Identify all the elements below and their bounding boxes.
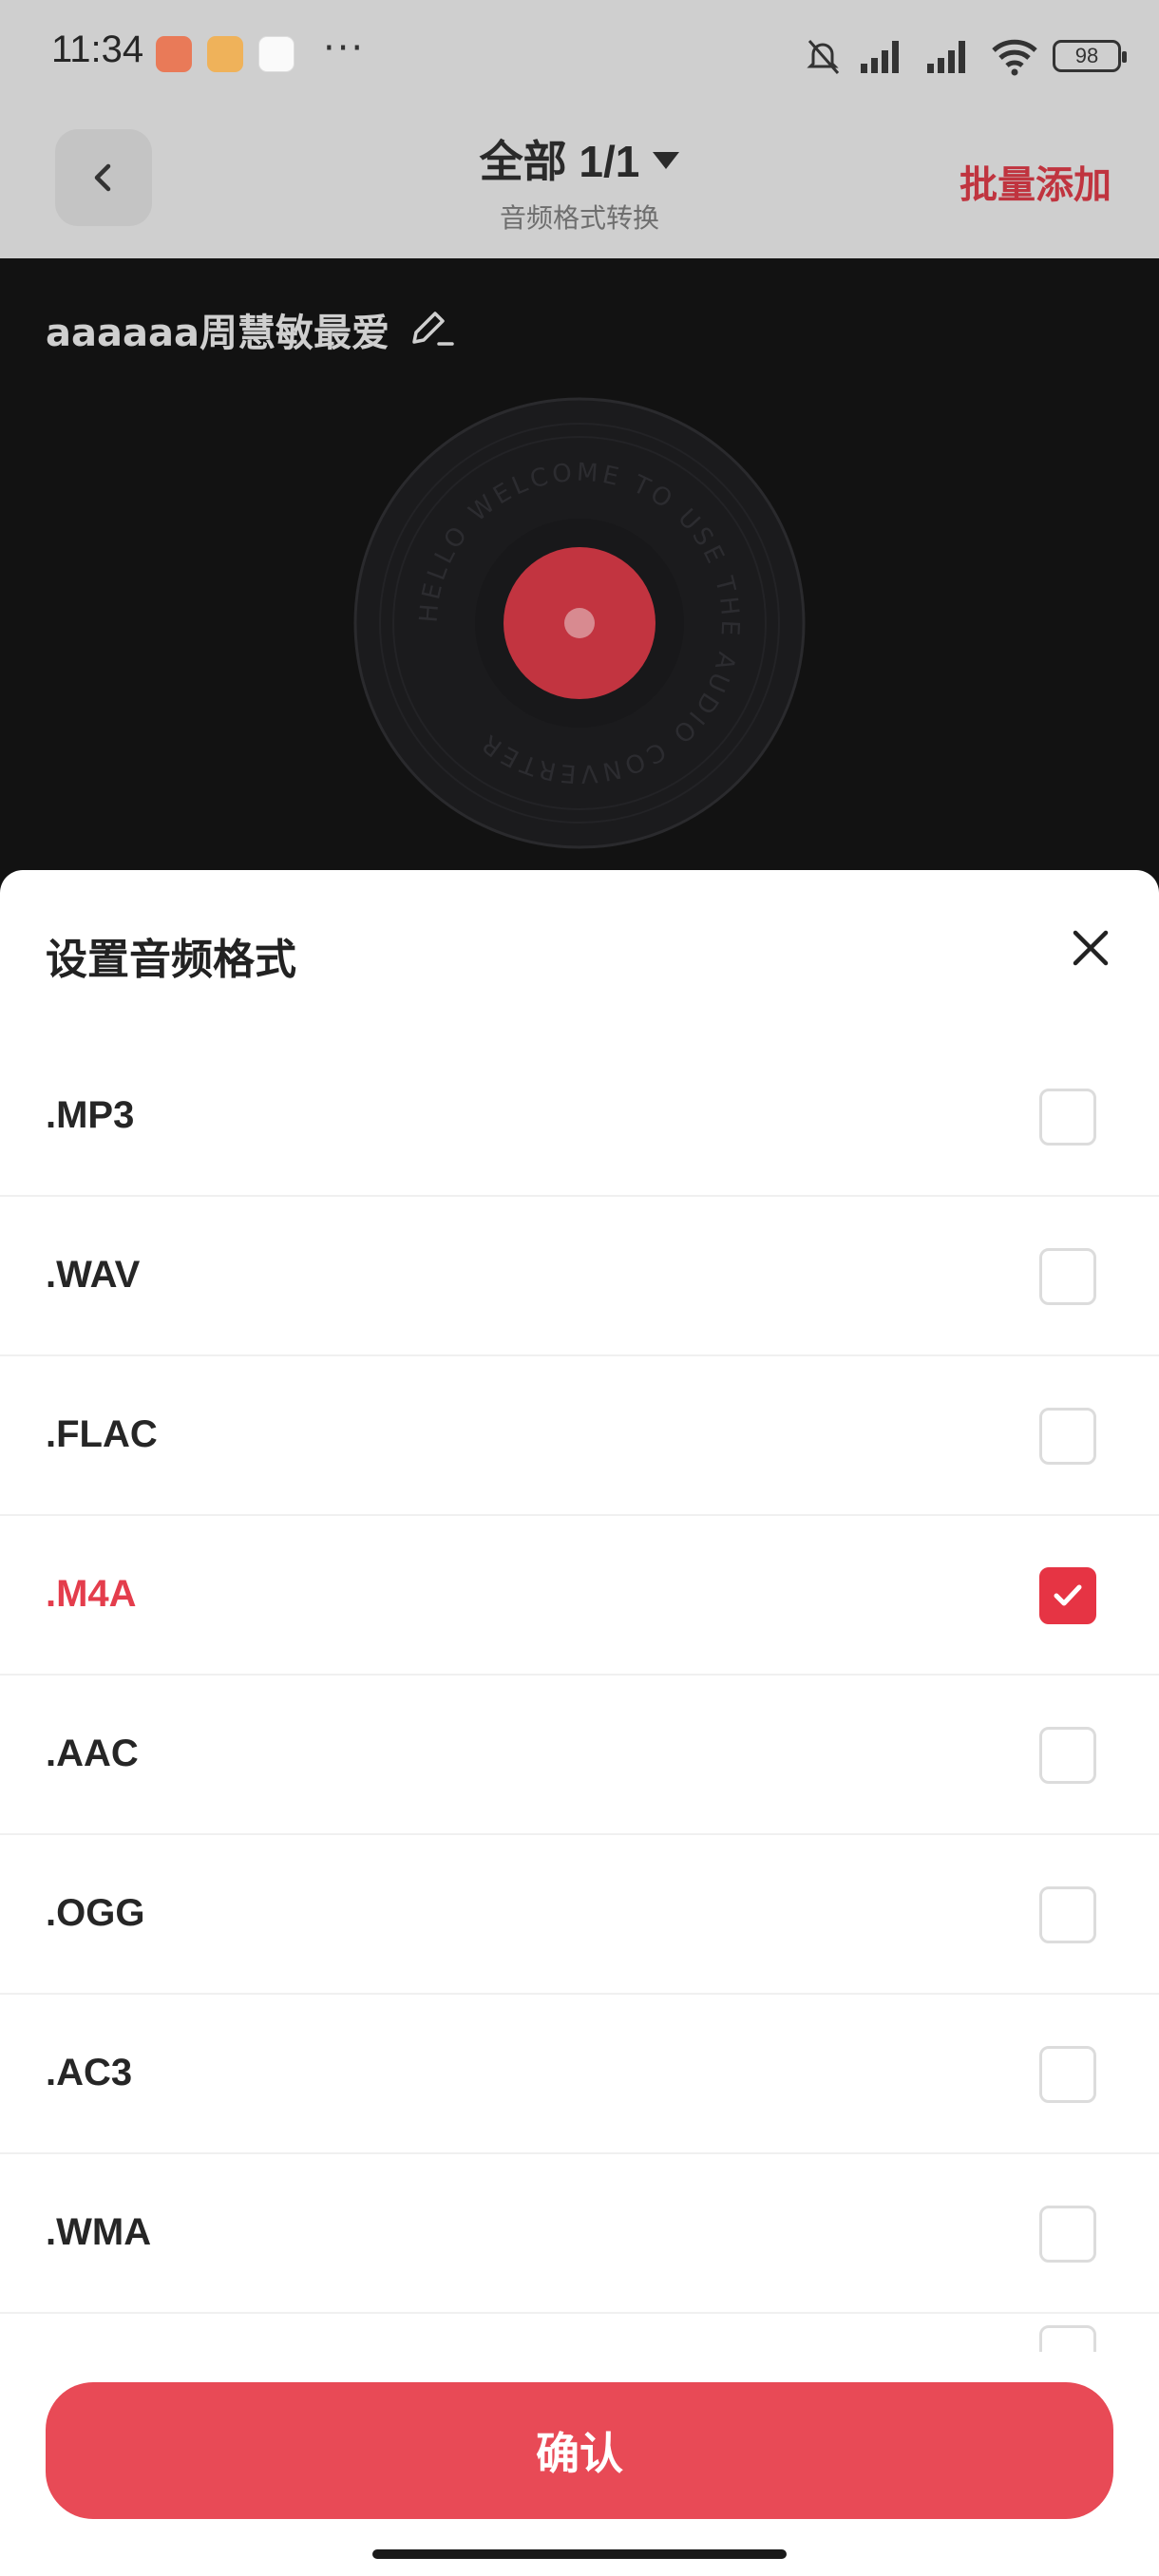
file-name: aaaaaa周慧敏最爱 xyxy=(46,312,390,355)
vinyl-record-icon: HELLO WELCOME TO USE THE AUDIO CONVERTER xyxy=(353,397,806,849)
home-indicator[interactable] xyxy=(372,2549,787,2559)
format-list: .MP3 .WAV .FLAC .M4A .AAC .OGG .AC3 .WMA xyxy=(0,1037,1159,2352)
format-checkbox[interactable] xyxy=(1039,2046,1096,2103)
mute-bell-icon xyxy=(807,40,840,74)
format-checkbox[interactable] xyxy=(1039,1089,1096,1146)
top-navigation-bar: 全部 1/1 音频格式转换 批量添加 xyxy=(0,106,1159,258)
format-label: .FLAC xyxy=(46,1413,158,1455)
qq-penguin-icon xyxy=(258,36,294,72)
close-icon[interactable] xyxy=(1066,923,1115,973)
wifi-icon xyxy=(992,39,1037,76)
format-label: .M4A xyxy=(46,1573,137,1615)
format-checkbox[interactable] xyxy=(1039,2206,1096,2263)
signal-hd-icon xyxy=(861,41,899,73)
batch-add-button[interactable]: 批量添加 xyxy=(960,154,1112,209)
format-option-flac[interactable]: .FLAC xyxy=(0,1356,1159,1516)
format-label: .WAV xyxy=(46,1254,141,1296)
confirm-button[interactable]: 确认 xyxy=(46,2382,1113,2519)
format-option-ac3[interactable]: .AC3 xyxy=(0,1995,1159,2154)
format-checkbox[interactable] xyxy=(1039,2325,1096,2352)
notification-app-icon xyxy=(207,36,243,72)
format-option-mp3[interactable]: .MP3 xyxy=(0,1037,1159,1197)
page-title: 全部 1/1 xyxy=(479,137,640,186)
notification-app-icon xyxy=(156,36,192,72)
status-bar: 11:34 ··· 98 xyxy=(0,0,1159,106)
battery-icon: 98 xyxy=(1053,40,1127,72)
format-option-aac[interactable]: .AAC xyxy=(0,1676,1159,1835)
system-icons: 98 xyxy=(802,32,1127,80)
format-checkbox[interactable] xyxy=(1039,1248,1096,1305)
file-preview: aaaaaa周慧敏最爱 HELLO WELCOME TO USE THE AUD… xyxy=(0,258,1159,885)
format-label: .WMA xyxy=(46,2211,152,2253)
format-bottom-sheet: 设置音频格式 .MP3 .WAV .FLAC .M4A .AAC .OGG .A… xyxy=(0,870,1159,2576)
format-option-partial[interactable] xyxy=(0,2314,1159,2352)
sheet-title: 设置音频格式 xyxy=(46,936,296,984)
format-option-ogg[interactable]: .OGG xyxy=(0,1835,1159,1995)
format-checkbox[interactable] xyxy=(1039,1727,1096,1784)
status-time: 11:34 xyxy=(51,28,144,70)
format-checkbox[interactable] xyxy=(1039,1408,1096,1465)
edit-pencil-icon[interactable] xyxy=(407,306,456,351)
checkmark-icon xyxy=(1054,1584,1082,1606)
caret-down-icon xyxy=(653,152,680,169)
signal-hd-icon xyxy=(927,41,965,73)
format-label: .MP3 xyxy=(46,1094,135,1136)
format-option-wav[interactable]: .WAV xyxy=(0,1197,1159,1356)
format-label: .AC3 xyxy=(46,2052,133,2093)
format-option-wma[interactable]: .WMA xyxy=(0,2154,1159,2314)
format-option-m4a[interactable]: .M4A xyxy=(0,1516,1159,1676)
format-label: .AAC xyxy=(46,1733,139,1774)
format-checkbox-checked[interactable] xyxy=(1039,1567,1096,1624)
more-notifications-icon: ··· xyxy=(323,27,366,70)
format-checkbox[interactable] xyxy=(1039,1886,1096,1943)
format-label: .OGG xyxy=(46,1892,145,1934)
